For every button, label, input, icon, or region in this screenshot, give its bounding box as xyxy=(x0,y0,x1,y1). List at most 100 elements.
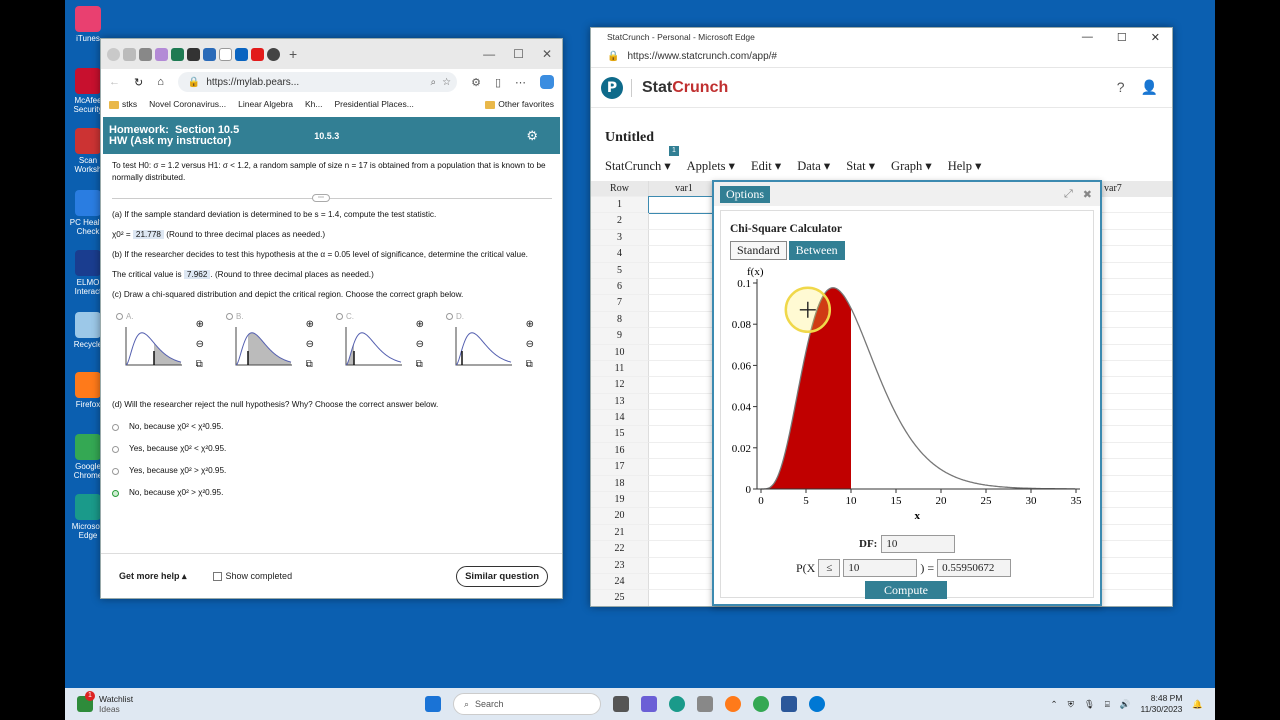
row-number[interactable]: 5 xyxy=(591,262,649,279)
x-input[interactable]: 10 xyxy=(843,559,918,577)
column-header[interactable]: var7 xyxy=(1104,181,1172,197)
grid-cell[interactable] xyxy=(1099,410,1172,427)
zoom-out-icon[interactable]: ⊖ xyxy=(306,339,314,351)
grid-cell[interactable] xyxy=(1099,476,1172,493)
get-more-help-link[interactable]: Get more help ▴ xyxy=(119,571,187,582)
menu-item[interactable]: StatCrunch ▾ xyxy=(605,158,671,174)
row-number[interactable]: 14 xyxy=(591,410,649,427)
help-icon[interactable]: ? xyxy=(1117,79,1125,96)
grid-cell[interactable] xyxy=(1099,574,1172,591)
tab-between[interactable]: Between xyxy=(788,241,845,260)
grid-cell[interactable] xyxy=(1099,197,1172,214)
part-b-answer[interactable]: 7.962 xyxy=(183,270,211,279)
url-field[interactable]: 🔒 https://mylab.pears... ⌕ ☆ xyxy=(177,72,458,92)
menu-item[interactable]: Graph ▾ xyxy=(891,158,932,174)
grid-cell[interactable] xyxy=(1099,312,1172,329)
security-icon[interactable]: ⛨ xyxy=(1068,699,1074,710)
grid-cell[interactable] xyxy=(1099,525,1172,542)
taskbar-search[interactable]: ⌕ Search xyxy=(453,693,601,715)
extensions-icon[interactable]: ⚙ xyxy=(471,76,481,89)
grid-cell[interactable] xyxy=(1099,345,1172,361)
zoom-in-icon[interactable]: ⊕ xyxy=(526,319,534,331)
tab-icon[interactable] xyxy=(235,47,248,61)
tab-icon[interactable] xyxy=(251,47,264,61)
grid-cell[interactable] xyxy=(1099,246,1172,263)
tab-icon[interactable] xyxy=(203,47,216,61)
grid-cell[interactable] xyxy=(1099,230,1172,247)
menu-item[interactable]: Data ▾ xyxy=(797,158,830,174)
menu-item[interactable]: Edit ▾ xyxy=(751,158,781,174)
close-icon[interactable]: ✕ xyxy=(1151,31,1160,44)
chevron-up-icon[interactable]: ⌃ xyxy=(1050,699,1057,710)
row-number[interactable]: 16 xyxy=(591,442,649,460)
notification-bell-icon[interactable]: 🔔 xyxy=(1192,699,1203,710)
menu-item[interactable]: Stat ▾ xyxy=(846,158,875,174)
grid-cell[interactable] xyxy=(1099,377,1172,394)
grid-cell[interactable] xyxy=(1099,459,1172,476)
df-input[interactable]: 10 xyxy=(881,535,956,553)
minimize-icon[interactable]: — xyxy=(1082,31,1093,44)
row-number[interactable]: 13 xyxy=(591,393,649,411)
similar-question-button[interactable]: Similar question xyxy=(456,565,548,587)
grid-cell[interactable] xyxy=(1099,295,1172,312)
graph-option[interactable]: D. ⊕ ⊖ ⧉ xyxy=(446,311,536,381)
row-number[interactable]: 2 xyxy=(591,213,649,230)
operator-select[interactable]: ≤ xyxy=(818,559,841,577)
volume-icon[interactable]: 🔊 xyxy=(1120,699,1131,710)
row-number[interactable]: 15 xyxy=(591,426,649,443)
close-icon[interactable]: ✖ xyxy=(1083,188,1092,201)
radio-button[interactable] xyxy=(116,313,123,321)
grid-cell[interactable] xyxy=(1099,590,1172,606)
more-menu-icon[interactable]: ⋯ xyxy=(515,76,526,89)
part-a-answer[interactable]: 21.778 xyxy=(132,230,164,239)
close-icon[interactable]: ✕ xyxy=(542,47,552,61)
word-icon[interactable] xyxy=(781,696,797,712)
row-number[interactable]: 18 xyxy=(591,475,649,493)
grid-cell[interactable] xyxy=(1099,394,1172,411)
tab-icon[interactable] xyxy=(187,47,200,61)
menu-item[interactable]: Applets ▾ xyxy=(687,158,735,174)
popout-icon[interactable]: ⧉ xyxy=(416,359,424,371)
favorite-item[interactable]: Novel Coronavirus... xyxy=(149,99,226,109)
app-icon[interactable] xyxy=(809,696,825,712)
grid-cell[interactable] xyxy=(1099,492,1172,509)
row-number[interactable]: 4 xyxy=(591,246,649,263)
grid-cell[interactable] xyxy=(1099,279,1172,296)
row-number[interactable]: 12 xyxy=(591,377,649,394)
profile-icon[interactable] xyxy=(107,47,120,61)
row-number[interactable]: 25 xyxy=(591,590,649,606)
tab-icon[interactable] xyxy=(267,47,280,61)
firefox-icon[interactable] xyxy=(725,696,741,712)
popout-icon[interactable]: ⧉ xyxy=(526,359,534,371)
grid-cell[interactable] xyxy=(1099,558,1172,574)
settings-gear-icon[interactable]: ⚙ xyxy=(526,128,538,144)
address-bar[interactable]: 🔒 https://www.statcrunch.com/app/# xyxy=(591,46,1172,68)
answer-choice[interactable]: Yes, because χ0² < χ²0.95. xyxy=(112,443,552,455)
network-icon[interactable]: ⌸ xyxy=(1105,699,1110,710)
user-icon[interactable]: 👤 xyxy=(1141,79,1158,96)
graph-option[interactable]: A. ⊕ ⊖ ⧉ xyxy=(116,311,206,381)
row-number[interactable]: 7 xyxy=(591,295,649,312)
other-favorites[interactable]: Other favorites xyxy=(485,99,554,109)
chrome-icon[interactable] xyxy=(753,696,769,712)
row-number[interactable]: 3 xyxy=(591,229,649,247)
popout-icon[interactable]: ⧉ xyxy=(306,359,314,371)
maximize-icon[interactable]: ☐ xyxy=(1117,31,1127,44)
row-number[interactable]: 9 xyxy=(591,328,649,345)
favorite-star-icon[interactable]: ☆ xyxy=(442,77,457,88)
grid-cell[interactable] xyxy=(1099,426,1172,443)
answer-choice[interactable]: No, because χ0² > χ²0.95. xyxy=(112,487,552,499)
probability-output[interactable]: 0.55950672 xyxy=(937,559,1012,577)
radio-button[interactable] xyxy=(226,313,233,321)
edge-icon[interactable] xyxy=(669,696,685,712)
radio-button[interactable] xyxy=(112,489,119,497)
maximize-icon[interactable]: ☐ xyxy=(513,47,524,61)
favorite-item[interactable]: Presidential Places... xyxy=(334,99,413,109)
tab-actions-icon[interactable] xyxy=(123,47,136,61)
copilot-icon[interactable] xyxy=(540,75,554,89)
grid-cell[interactable] xyxy=(1099,263,1172,279)
widget-area[interactable]: 1 Watchlist Ideas xyxy=(65,691,425,714)
menu-item[interactable]: Help ▾ xyxy=(948,158,982,174)
graph-option[interactable]: C. ⊕ ⊖ ⧉ xyxy=(336,311,426,381)
zoom-out-icon[interactable]: ⊖ xyxy=(196,339,204,351)
